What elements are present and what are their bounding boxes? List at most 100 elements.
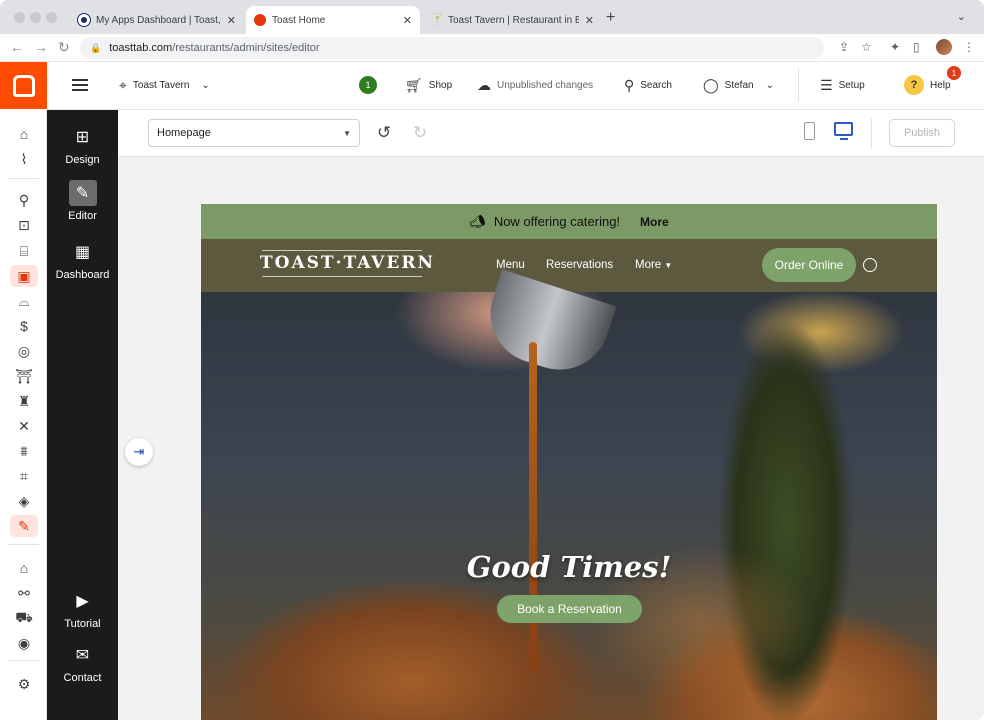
promo-banner[interactable]: 📣︎ Now offering catering! More [201, 204, 937, 239]
reports-search-icon[interactable]: ⊡ [10, 214, 38, 236]
mobile-preview-icon[interactable] [804, 122, 815, 140]
site-brand-logo[interactable]: TOAST·TAVERN [260, 250, 435, 277]
window-minimize-button[interactable] [30, 12, 41, 23]
location-selector[interactable]: ⌖ Toast Tavern ⌄ [119, 77, 210, 94]
unpublished-label: Unpublished changes [497, 80, 594, 91]
site-nav-reservations[interactable]: Reservations [546, 259, 613, 271]
dashboard-grid-icon: ▦ [74, 244, 91, 261]
team-icon[interactable]: ⩩ [10, 440, 38, 462]
cart-icon[interactable]: ⛟ [10, 607, 38, 629]
desktop-preview-icon[interactable] [834, 122, 853, 140]
app-header: ⌖ Toast Tavern ⌄ 1 🛒︎ Shop ☁ Unpublished… [47, 62, 984, 110]
book-reservation-button[interactable]: Book a Reservation [497, 595, 642, 623]
promo-text: Now offering catering! [493, 214, 621, 229]
integrations-icon[interactable]: ⚯ [10, 582, 38, 604]
undo-icon[interactable]: ↺ [377, 123, 391, 143]
rail-divider [8, 660, 39, 661]
hero-headline: Good Times! [466, 550, 672, 584]
bank-icon[interactable]: ⌂ [10, 557, 38, 579]
guests-search-icon[interactable]: ⚲ [10, 189, 38, 211]
help-label: Help [930, 79, 951, 91]
promo-more-link[interactable]: More [640, 215, 669, 229]
close-tab-icon[interactable]: ✕ [585, 14, 594, 27]
window-close-button[interactable] [14, 12, 25, 23]
contact-nav-item[interactable]: ✉ Contact [47, 642, 118, 684]
redo-icon[interactable]: ↻ [413, 123, 427, 143]
menus-icon[interactable]: ⌸ [10, 240, 38, 262]
search-button[interactable]: ⚲ Search [624, 77, 672, 94]
help-badge: 1 [947, 66, 961, 80]
setup-button[interactable]: ☰ Setup [820, 77, 865, 94]
browser-window: My Apps Dashboard | Toast, In ✕ Toast Ho… [0, 0, 984, 720]
publish-button[interactable]: Publish [889, 119, 955, 147]
order-online-button[interactable]: Order Online [762, 248, 856, 282]
url-field[interactable]: 🔒 toasttab.com/restaurants/admin/sites/e… [80, 37, 824, 59]
settings-gear-icon[interactable]: ⚙ [10, 673, 38, 695]
browser-menu-icon[interactable]: ⋮ [963, 40, 975, 54]
selected-page: Homepage [157, 127, 211, 139]
side-panel-icon[interactable]: ▯ [913, 40, 920, 54]
expand-panel-icon[interactable]: ⇥ [125, 438, 153, 466]
hero-image: Good Times! Book a Reservation [201, 269, 937, 720]
bag-icon[interactable]: ▣ [10, 265, 38, 287]
chevron-down-icon: ⌄ [765, 80, 774, 91]
mail-envelope-icon: ✉ [75, 647, 90, 664]
payments-icon[interactable]: $ [10, 315, 38, 337]
editor-nav-item[interactable]: ✎ Editor [47, 180, 118, 222]
page-select-dropdown[interactable]: Homepage ▼ [148, 119, 360, 147]
design-nav-item[interactable]: ⊞ Design [47, 124, 118, 166]
loyalty-icon[interactable]: ◎ [10, 340, 38, 362]
forward-icon[interactable]: → [34, 39, 48, 55]
video-play-icon: ▶ [76, 593, 89, 610]
checklist-icon: ☰ [820, 77, 833, 93]
kitchen-chef-icon[interactable]: ♜ [10, 390, 38, 412]
site-navbar: TOAST·TAVERN Menu Reservations More ▼ Or… [201, 239, 937, 292]
analytics-icon[interactable]: ⌇ [10, 148, 38, 170]
help-button[interactable]: ? Help [904, 75, 951, 95]
home-icon[interactable]: ⌂ [10, 123, 38, 145]
window-zoom-button[interactable] [46, 12, 57, 23]
catering-cloche-icon[interactable]: ⌓ [10, 290, 38, 312]
scanner-icon[interactable]: ⌗ [10, 465, 38, 487]
close-tab-icon[interactable]: ✕ [403, 14, 412, 27]
extensions-puzzle-icon[interactable]: ✦ [890, 40, 900, 54]
back-icon[interactable]: ← [10, 39, 24, 55]
tutorial-nav-item[interactable]: ▶ Tutorial [47, 588, 118, 630]
toolbar-divider [871, 118, 872, 148]
close-tab-icon[interactable]: ✕ [227, 14, 236, 27]
marketing-icon[interactable]: ◈ [10, 490, 38, 512]
lock-icon: 🔒 [90, 42, 102, 53]
utensils-icon[interactable]: ✕ [10, 415, 38, 437]
share-icon[interactable]: ⇪ [839, 40, 849, 54]
new-tab-button[interactable]: + [606, 9, 615, 27]
user-menu[interactable]: ◯ Stefan ⌄ [703, 77, 774, 94]
caret-down-icon: ▼ [664, 261, 673, 270]
tab-search-chevron-icon[interactable]: ⌄ [957, 10, 966, 23]
reload-icon[interactable]: ↻ [58, 39, 70, 56]
editor-label: Editor [68, 210, 97, 222]
tables-icon[interactable]: ⛩ [10, 365, 38, 387]
location-name: Toast Tavern [132, 80, 190, 91]
toast-logo-icon[interactable] [0, 62, 47, 109]
unpublished-changes-button[interactable]: ☁ Unpublished changes [477, 77, 593, 94]
website-preview[interactable]: 📣︎ Now offering catering! More TOAST·TAV… [201, 204, 937, 720]
dashboard-label: Dashboard [55, 269, 110, 281]
profile-avatar[interactable] [936, 39, 952, 55]
website-editor-icon[interactable]: ✎ [10, 515, 38, 537]
site-nav-more[interactable]: More ▼ [635, 259, 672, 271]
browser-tab-active[interactable]: Toast Home ✕ [246, 6, 420, 34]
site-nav-menu[interactable]: Menu [496, 259, 525, 271]
account-icon[interactable] [863, 258, 877, 272]
shop-button[interactable]: 🛒︎ Shop [405, 77, 452, 94]
tab-title: Toast Home [272, 14, 326, 26]
notifications-badge[interactable]: 1 [359, 76, 377, 94]
hamburger-menu-icon[interactable] [72, 79, 88, 91]
editor-sidebar: ⊞ Design ✎ Editor ▦ Dashboard ▶ Tutorial… [47, 110, 118, 720]
browser-tab[interactable]: My Apps Dashboard | Toast, In ✕ [70, 6, 244, 34]
dashboard-nav-item[interactable]: ▦ Dashboard [47, 239, 118, 281]
browser-tab[interactable]: 🍸 Toast Tavern | Restaurant in B ✕ [422, 6, 602, 34]
bookmark-star-icon[interactable]: ☆ [861, 40, 872, 54]
tutorial-label: Tutorial [64, 618, 101, 630]
header-divider [798, 68, 799, 102]
support-icon[interactable]: ◉ [10, 632, 38, 654]
